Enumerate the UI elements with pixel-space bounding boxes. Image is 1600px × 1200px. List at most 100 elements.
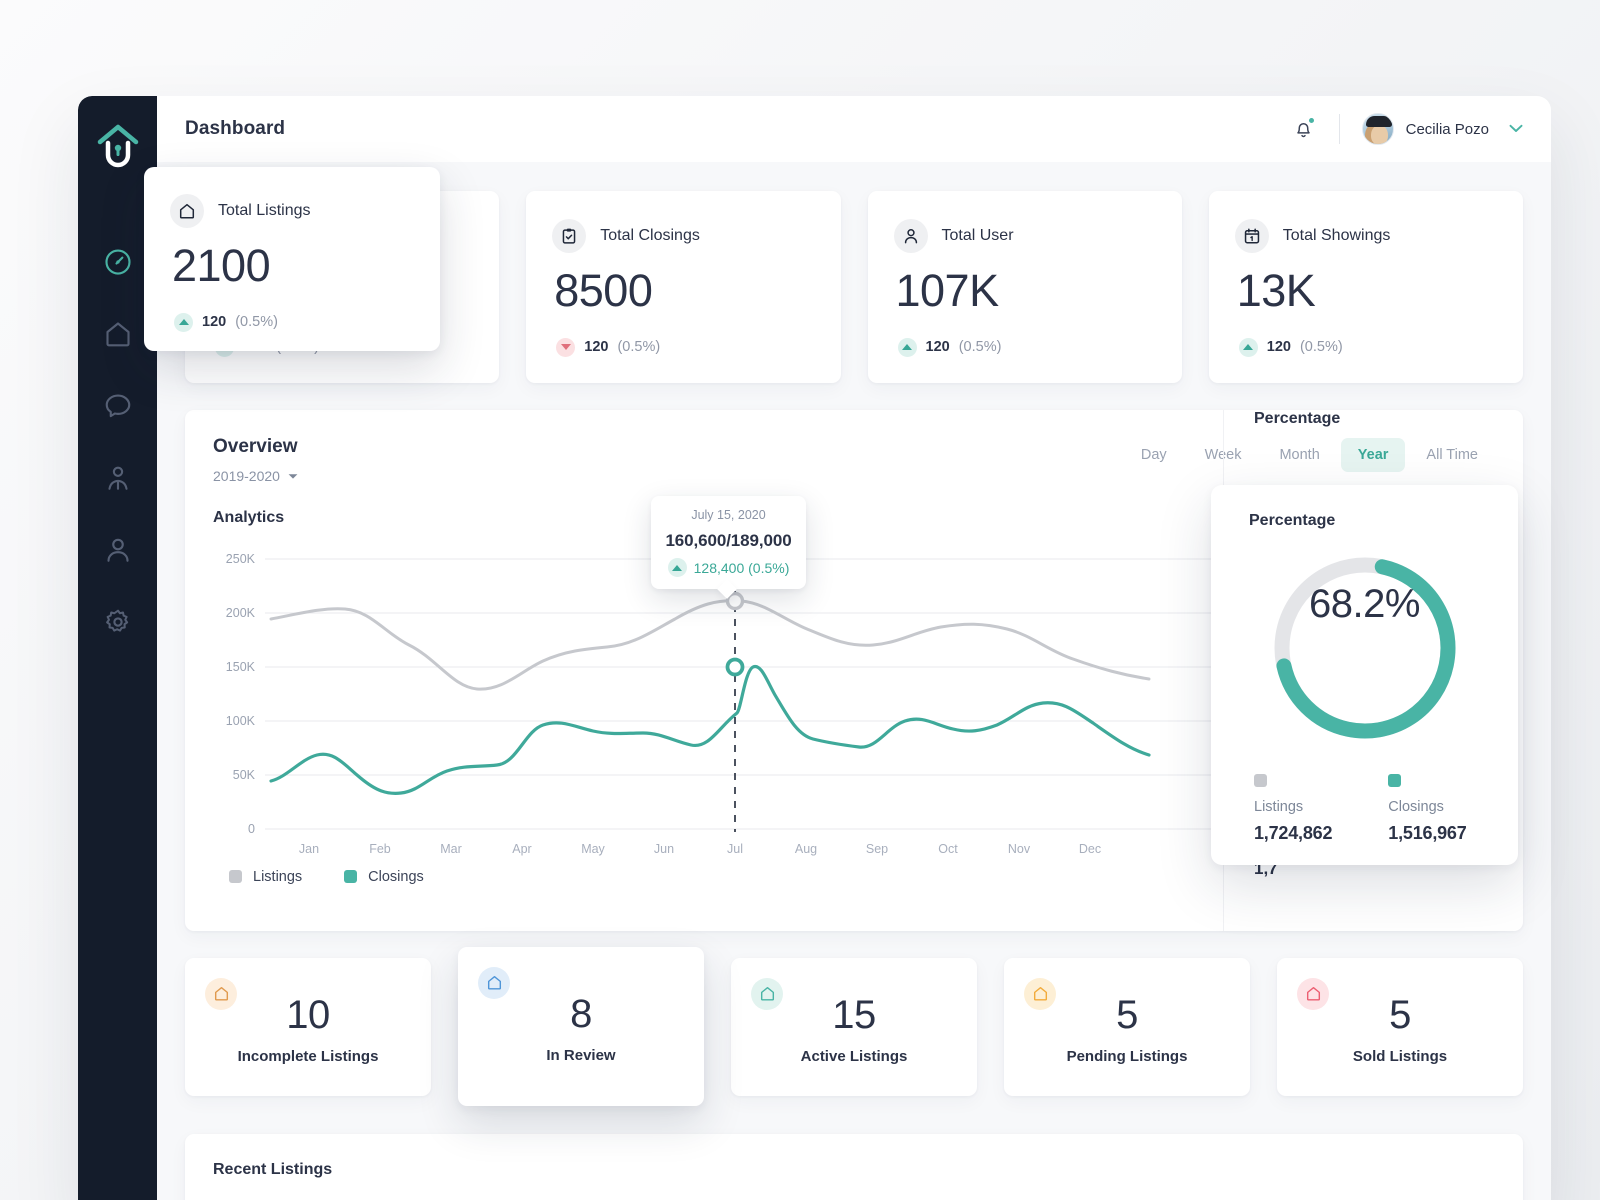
tooltip-date: July 15, 2020 bbox=[691, 508, 766, 522]
date-range-value: 2019-2020 bbox=[213, 467, 280, 484]
recent-listings-panel: Recent Listings bbox=[185, 1133, 1523, 1200]
page-backdrop: Dashboard Cecilia Pozo Total Closings 85… bbox=[0, 0, 1600, 1200]
chart-tooltip: July 15, 2020 160,600/189,000 128,400 (0… bbox=[651, 496, 806, 599]
donut-svg bbox=[1274, 557, 1455, 739]
tab-day[interactable]: Day bbox=[1124, 438, 1184, 472]
home-icon bbox=[1297, 977, 1329, 1010]
svg-text:Feb: Feb bbox=[369, 842, 391, 856]
home-icon bbox=[478, 966, 510, 999]
date-range-selector[interactable]: 2019-2020 bbox=[213, 467, 298, 485]
legend-item-listings: Listings 1,724,862 bbox=[1254, 774, 1332, 844]
calendar-icon bbox=[1234, 219, 1269, 253]
kpi-value: 8500 bbox=[554, 265, 653, 316]
legend-item-closings: Closings 1,516,967 bbox=[1388, 774, 1467, 844]
svg-text:0: 0 bbox=[248, 822, 255, 836]
kpi-delta-pct: (0.5%) bbox=[958, 339, 1002, 355]
kpi-delta-pct: (0.5%) bbox=[617, 339, 661, 355]
status-card-sold-listings[interactable]: 5 Sold Listings bbox=[1277, 957, 1523, 1096]
svg-text:Apr: Apr bbox=[512, 842, 531, 856]
series-listings-line bbox=[269, 598, 1151, 691]
legend-label: Closings bbox=[1388, 799, 1444, 815]
svg-text:Jan: Jan bbox=[299, 842, 319, 856]
kpi-delta: 120 bbox=[925, 339, 950, 355]
donut-chart bbox=[1249, 548, 1480, 748]
series-closings-line bbox=[269, 664, 1151, 795]
percentage-card-legend: Listings 1,724,862 Closings 1,516,967 bbox=[1249, 774, 1480, 844]
overview-heading-group: Overview 2019-2020 bbox=[213, 436, 298, 485]
svg-text:Nov: Nov bbox=[1008, 842, 1031, 856]
floating-card-total-listings[interactable]: Total Listings 2100 120 (0.5%) bbox=[144, 167, 440, 351]
avatar bbox=[1361, 113, 1394, 145]
svg-text:Oct: Oct bbox=[938, 842, 958, 856]
app-logo[interactable] bbox=[95, 122, 141, 174]
status-number: 8 bbox=[570, 991, 592, 1036]
home-icon bbox=[1024, 977, 1056, 1010]
kpi-delta-pct: (0.5%) bbox=[1299, 339, 1343, 355]
svg-text:100K: 100K bbox=[226, 714, 256, 728]
status-number: 5 bbox=[1389, 992, 1411, 1037]
floating-card-percentage[interactable]: Percentage 68.2% Listings 1,724,862 Clos… bbox=[1211, 485, 1518, 865]
header-divider bbox=[1338, 114, 1340, 144]
trend-up-icon bbox=[1238, 337, 1258, 357]
status-label: Incomplete Listings bbox=[237, 1047, 379, 1065]
home-icon bbox=[751, 977, 783, 1010]
status-number: 5 bbox=[1116, 992, 1138, 1037]
status-card-pending-listings[interactable]: 5 Pending Listings bbox=[1004, 957, 1250, 1096]
legend-item-closings[interactable]: Closings bbox=[344, 869, 424, 885]
highlight-point-closings bbox=[725, 657, 745, 676]
kpi-label: Total Closings bbox=[600, 227, 700, 244]
legend-label: Listings bbox=[253, 868, 303, 885]
status-number: 15 bbox=[832, 992, 876, 1037]
x-axis-labels: Jan Feb Mar Apr May Jun Jul Aug Sep Oct … bbox=[299, 842, 1101, 856]
trend-up-icon bbox=[174, 312, 193, 332]
status-label: Active Listings bbox=[800, 1047, 908, 1065]
overview-title: Overview bbox=[213, 435, 298, 457]
status-card-incomplete-listings[interactable]: 10 Incomplete Listings bbox=[185, 957, 431, 1096]
home-icon bbox=[205, 977, 237, 1010]
sidebar-item-agents[interactable] bbox=[78, 442, 157, 514]
legend-swatch-closings bbox=[1388, 774, 1402, 787]
svg-text:Mar: Mar bbox=[440, 842, 462, 856]
kpi-delta: 120 bbox=[1266, 339, 1291, 355]
kpi-delta-pct: (0.5%) bbox=[235, 314, 278, 330]
user-menu[interactable]: Cecilia Pozo bbox=[1361, 113, 1523, 145]
kpi-delta: 120 bbox=[584, 339, 609, 355]
kpi-card-total-showings[interactable]: Total Showings 13K 120 (0.5%) bbox=[1208, 191, 1523, 383]
kpi-card-total-user[interactable]: Total User 107K 120 (0.5%) bbox=[867, 191, 1182, 383]
svg-text:150K: 150K bbox=[226, 660, 256, 674]
recent-listings-title: Recent Listings bbox=[213, 1160, 333, 1178]
donut-center-value: 68.2% bbox=[1309, 582, 1420, 626]
status-card-in-review[interactable]: 8 In Review bbox=[458, 946, 704, 1106]
kpi-label: Total Listings bbox=[218, 202, 311, 219]
svg-text:Sep: Sep bbox=[866, 842, 888, 856]
trend-up-icon bbox=[897, 337, 917, 357]
legend-item-listings[interactable]: Listings bbox=[229, 869, 302, 885]
status-number: 10 bbox=[286, 992, 330, 1037]
legend-label: Listings bbox=[1254, 799, 1304, 815]
clipboard-check-icon bbox=[552, 219, 587, 253]
kpi-value: 2100 bbox=[172, 240, 271, 291]
percentage-panel-title: Percentage bbox=[1254, 409, 1341, 427]
header-right: Cecilia Pozo bbox=[1287, 112, 1523, 146]
chevron-down-icon bbox=[1509, 120, 1523, 138]
kpi-value: 13K bbox=[1236, 265, 1316, 316]
notifications-button[interactable] bbox=[1287, 112, 1321, 146]
svg-text:50K: 50K bbox=[233, 768, 256, 782]
sidebar-item-users[interactable] bbox=[78, 514, 157, 586]
svg-text:250K: 250K bbox=[226, 552, 256, 566]
sidebar-item-messages[interactable] bbox=[78, 370, 157, 442]
y-axis-labels: 250K 200K 150K 100K 50K 0 bbox=[226, 552, 256, 836]
sidebar-item-settings[interactable] bbox=[78, 586, 157, 658]
page-title: Dashboard bbox=[185, 118, 286, 139]
tooltip-delta: 128,400 (0.5%) bbox=[693, 559, 790, 576]
svg-text:200K: 200K bbox=[226, 606, 256, 620]
home-icon bbox=[170, 194, 204, 228]
kpi-delta: 120 bbox=[202, 314, 227, 330]
status-label: Sold Listings bbox=[1352, 1047, 1448, 1065]
legend-swatch-listings bbox=[229, 870, 242, 883]
svg-text:Dec: Dec bbox=[1079, 842, 1101, 856]
kpi-card-total-closings[interactable]: Total Closings 8500 120 (0.5%) bbox=[526, 191, 841, 383]
status-card-active-listings[interactable]: 15 Active Listings bbox=[731, 957, 977, 1096]
percentage-card-title: Percentage bbox=[1249, 512, 1336, 529]
status-card-row: 10 Incomplete Listings 8 In Review 15 Ac… bbox=[185, 946, 1523, 1106]
